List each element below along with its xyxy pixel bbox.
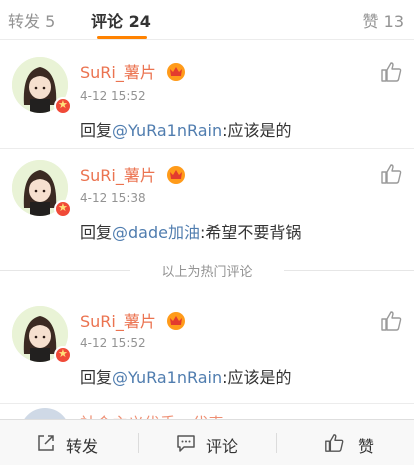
username[interactable]: SuRi_薯片 <box>80 162 156 186</box>
mention-link[interactable]: @dade加油 <box>112 223 200 242</box>
hot-comments-divider: 以上为热门评论 <box>0 248 414 292</box>
repost-label: 转发 <box>66 437 99 456</box>
mention-link[interactable]: @YuRa1nRain <box>112 121 222 140</box>
divider-line <box>284 270 414 271</box>
comment-time: 4-12 15:52 <box>80 89 146 103</box>
chat-bubble-icon <box>177 435 195 452</box>
username[interactable]: SuRi_薯片 <box>80 308 156 332</box>
thumbs-up-icon[interactable] <box>380 61 402 83</box>
tab-comments[interactable]: 评论 24 <box>91 8 151 32</box>
comment-body: :应该是的 <box>222 121 292 140</box>
repost-button[interactable]: 转发 <box>0 420 138 465</box>
comment-tab-bar: 转发 5 评论 24 赞 13 <box>0 0 414 40</box>
tab-likes[interactable]: 赞 13 <box>363 8 404 32</box>
reply-prefix: 回复 <box>80 121 113 140</box>
like-label: 赞 <box>358 437 375 456</box>
comment-button[interactable]: 评论 <box>138 420 276 465</box>
comment-label: 评论 <box>206 437 239 456</box>
thumbs-up-icon[interactable] <box>380 163 402 185</box>
comment-time: 4-12 15:38 <box>80 191 146 205</box>
active-tab-indicator <box>97 36 147 39</box>
share-icon <box>38 435 54 451</box>
vip-badge-icon <box>54 346 72 364</box>
crown-level-icon <box>167 63 185 81</box>
thumbs-up-icon <box>325 434 344 452</box>
like-button[interactable]: 赞 <box>276 420 414 465</box>
comment-body: :希望不要背锅 <box>199 223 302 242</box>
crown-level-icon <box>167 166 185 184</box>
comment-body: :应该是的 <box>222 368 292 387</box>
comment-item: SuRi_薯片 4-12 15:52 回复@YuRa1nRain:应该是的 <box>0 41 414 147</box>
comment-item: SuRi_薯片 4-12 15:38 回复@dade加油:希望不要背锅 <box>0 149 414 255</box>
bottom-action-bar: 转发 评论 赞 <box>0 419 414 465</box>
vip-badge-icon <box>54 97 72 115</box>
reply-prefix: 回复 <box>80 223 113 242</box>
comment-text: 回复@YuRa1nRain:应该是的 <box>80 364 292 388</box>
crown-level-icon <box>167 312 185 330</box>
reply-prefix: 回复 <box>80 368 113 387</box>
comment-text: 回复@YuRa1nRain:应该是的 <box>80 117 292 141</box>
comment-time: 4-12 15:52 <box>80 336 146 350</box>
username[interactable]: SuRi_薯片 <box>80 59 156 83</box>
comment-item: SuRi_薯片 4-12 15:52 回复@YuRa1nRain:应该是的 <box>0 292 414 402</box>
mention-link[interactable]: @YuRa1nRain <box>112 368 222 387</box>
tab-repost[interactable]: 转发 5 <box>8 8 55 32</box>
thumbs-up-icon[interactable] <box>380 310 402 332</box>
comment-text: 回复@dade加油:希望不要背锅 <box>80 219 301 243</box>
vip-badge-icon <box>54 200 72 218</box>
